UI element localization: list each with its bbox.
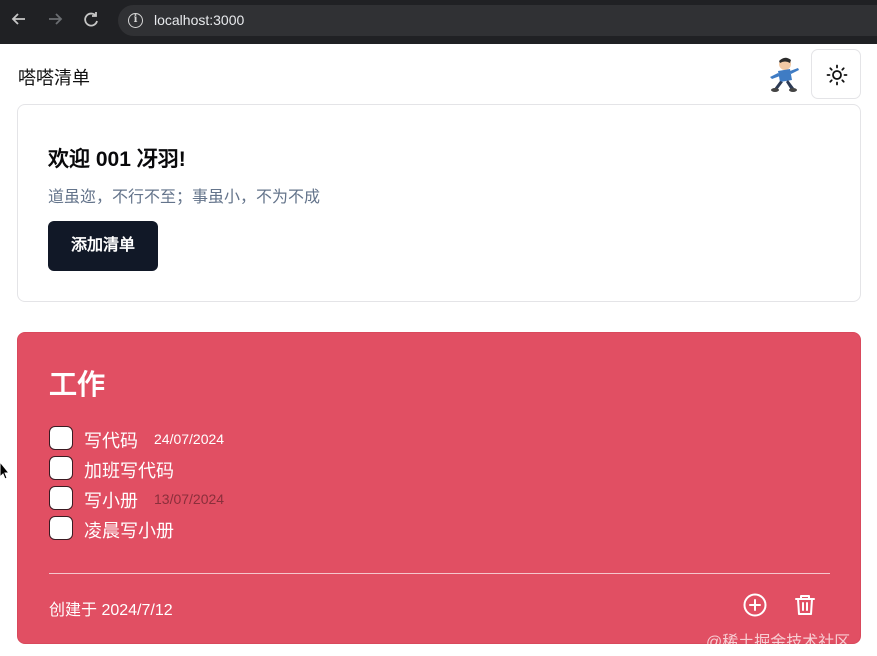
app-header: 嗒嗒清单 — [0, 44, 877, 104]
forward-button[interactable] — [44, 8, 66, 30]
browser-toolbar: i localhost:3000 — [0, 0, 877, 44]
todo-text: 加班写代码 — [84, 461, 174, 481]
todo-list-card: 工作 写代码 24/07/2024 加班写代码 写小册 13/07/2024 凌… — [17, 332, 861, 644]
created-date: 创建于 2024/7/12 — [49, 602, 173, 619]
address-bar[interactable]: i localhost:3000 — [118, 5, 877, 36]
add-list-button[interactable]: 添加清单 — [48, 221, 158, 271]
trash-icon — [795, 595, 815, 615]
plus-circle-icon — [743, 593, 767, 617]
delete-list-button[interactable] — [791, 591, 819, 619]
todo-checkbox[interactable] — [49, 456, 73, 480]
todo-checkbox[interactable] — [49, 486, 73, 510]
back-button[interactable] — [8, 8, 30, 30]
cursor-icon — [0, 461, 11, 480]
info-icon[interactable]: i — [128, 13, 143, 28]
list-title: 工作 — [49, 369, 106, 400]
avatar[interactable] — [764, 55, 802, 93]
list-divider — [49, 573, 830, 574]
todo-checkbox[interactable] — [49, 516, 73, 540]
reload-button[interactable] — [80, 8, 102, 30]
app-title: 嗒嗒清单 — [18, 68, 90, 88]
welcome-title: 欢迎 001 冴羽! — [48, 148, 186, 171]
watermark: @稀土掘金技术社区 — [706, 634, 851, 651]
url-text[interactable]: localhost:3000 — [154, 12, 244, 28]
mouse-cursor — [0, 461, 11, 487]
todo-checkbox[interactable] — [49, 426, 73, 450]
add-todo-button[interactable] — [741, 591, 769, 619]
reload-icon — [84, 12, 98, 27]
todo-date: 13/07/2024 — [154, 491, 225, 507]
arrow-left-icon — [11, 13, 25, 25]
sun-icon — [826, 64, 848, 86]
welcome-motto: 道虽迩，不行不至；事虽小，不为不成 — [48, 189, 321, 206]
theme-toggle-button[interactable] — [811, 49, 861, 99]
todo-text: 写代码 — [84, 431, 138, 451]
avatar-icon — [770, 57, 799, 92]
todo-text: 凌晨写小册 — [84, 521, 174, 541]
arrow-right-icon — [49, 13, 63, 25]
welcome-card: 欢迎 001 冴羽! 道虽迩，不行不至；事虽小，不为不成 添加清单 — [17, 104, 861, 302]
todo-date: 24/07/2024 — [154, 431, 225, 447]
todo-text: 写小册 — [84, 491, 138, 511]
